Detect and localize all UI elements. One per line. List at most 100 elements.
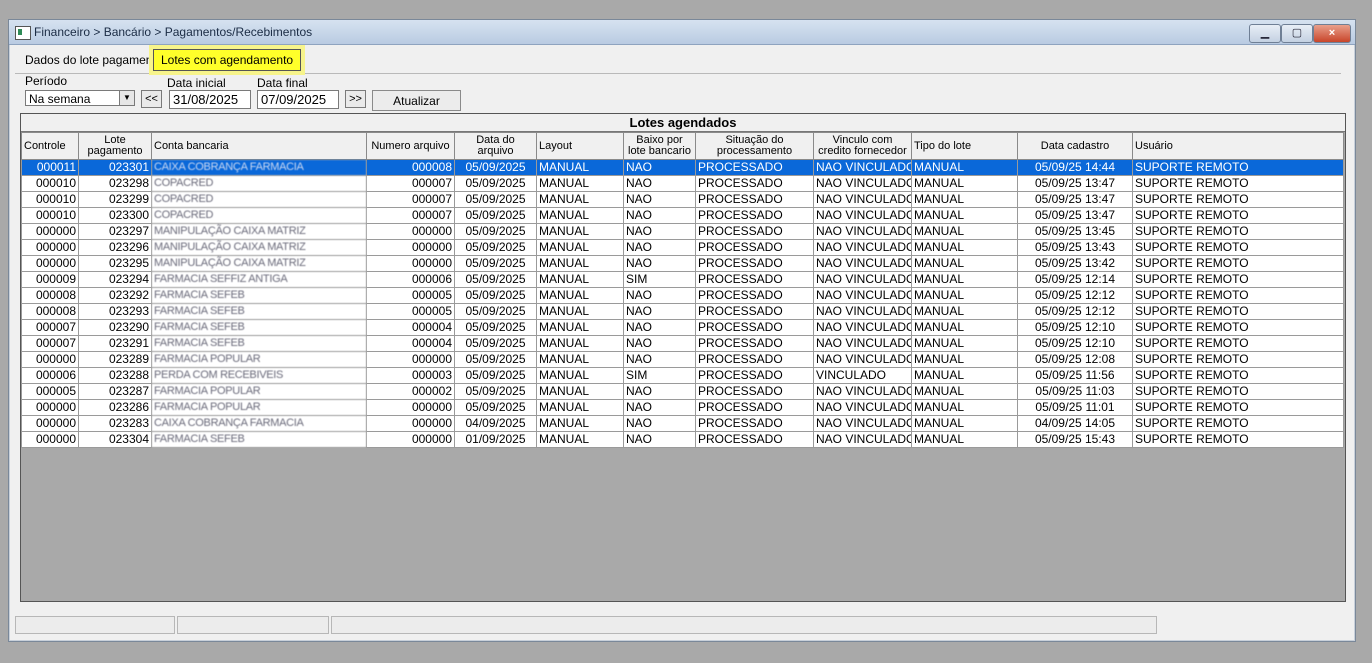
- table-cell[interactable]: SUPORTE REMOTO: [1132, 319, 1344, 336]
- table-cell[interactable]: 000005: [21, 383, 79, 400]
- table-cell[interactable]: MANUAL: [536, 175, 624, 192]
- table-cell[interactable]: PROCESSADO: [695, 319, 814, 336]
- table-cell[interactable]: 000000: [21, 223, 79, 240]
- table-cell[interactable]: NAO: [623, 319, 696, 336]
- minimize-button[interactable]: ▁: [1249, 24, 1281, 43]
- table-cell[interactable]: NAO: [623, 303, 696, 320]
- table-cell[interactable]: MANUAL: [911, 399, 1018, 416]
- close-button[interactable]: ×: [1313, 24, 1351, 43]
- table-cell[interactable]: MANUAL: [911, 271, 1018, 288]
- table-cell[interactable]: PROCESSADO: [695, 271, 814, 288]
- table-cell[interactable]: 000010: [21, 175, 79, 192]
- table-cell[interactable]: 023301: [78, 159, 152, 176]
- table-cell[interactable]: NAO VINCULADO: [813, 207, 912, 224]
- col-lote-pagamento[interactable]: Lote pagamento: [78, 132, 152, 160]
- next-period-button[interactable]: >>: [345, 90, 366, 108]
- table-cell[interactable]: NAO VINCULADO: [813, 383, 912, 400]
- table-cell[interactable]: MANUAL: [911, 191, 1018, 208]
- table-cell[interactable]: 000000: [21, 431, 79, 448]
- table-cell[interactable]: NAO: [623, 399, 696, 416]
- table-cell[interactable]: NAO VINCULADO: [813, 431, 912, 448]
- table-cell[interactable]: PROCESSADO: [695, 431, 814, 448]
- table-cell[interactable]: PROCESSADO: [695, 239, 814, 256]
- table-row[interactable]: 000011 023301 CAIXA COBRANÇA FARMACIA 00000…: [21, 159, 1344, 176]
- table-cell[interactable]: PROCESSADO: [695, 383, 814, 400]
- table-cell[interactable]: 05/09/2025: [454, 159, 537, 176]
- table-cell[interactable]: MANUAL: [536, 431, 624, 448]
- table-cell[interactable]: SUPORTE REMOTO: [1132, 287, 1344, 304]
- table-cell[interactable]: NAO VINCULADO: [813, 271, 912, 288]
- table-cell[interactable]: 05/09/25 12:10: [1017, 335, 1133, 352]
- table-cell[interactable]: 000004: [366, 319, 455, 336]
- table-cell[interactable]: SUPORTE REMOTO: [1132, 415, 1344, 432]
- table-cell[interactable]: VINCULADO: [813, 367, 912, 384]
- table-cell[interactable]: MANIPULAÇÃO CAIXA MATRIZ: [151, 223, 367, 240]
- table-cell[interactable]: NAO VINCULADO: [813, 319, 912, 336]
- table-cell[interactable]: NAO VINCULADO: [813, 335, 912, 352]
- table-cell[interactable]: MANUAL: [911, 415, 1018, 432]
- table-cell[interactable]: 000005: [366, 287, 455, 304]
- table-cell[interactable]: 05/09/25 11:01: [1017, 399, 1133, 416]
- table-row[interactable]: 000000 023286 FARMACIA POPULAR 000000 05/09/…: [21, 399, 1344, 416]
- table-row[interactable]: 000008 023293 FARMACIA SEFEB 000005 05/09/20…: [21, 303, 1344, 320]
- table-cell[interactable]: MANUAL: [911, 383, 1018, 400]
- table-cell[interactable]: COPACRED: [151, 191, 367, 208]
- table-cell[interactable]: 04/09/2025: [454, 415, 537, 432]
- table-cell[interactable]: 05/09/2025: [454, 319, 537, 336]
- table-row[interactable]: 000010 023299 COPACRED 000007 05/09/2025 MANU…: [21, 191, 1344, 208]
- table-cell[interactable]: SUPORTE REMOTO: [1132, 351, 1344, 368]
- table-cell[interactable]: 000007: [21, 319, 79, 336]
- table-cell[interactable]: MANUAL: [536, 191, 624, 208]
- table-cell[interactable]: SIM: [623, 271, 696, 288]
- table-row[interactable]: 000007 023290 FARMACIA SEFEB 000004 05/09/20…: [21, 319, 1344, 336]
- table-cell[interactable]: NAO VINCULADO: [813, 415, 912, 432]
- table-cell[interactable]: NAO: [623, 335, 696, 352]
- table-cell[interactable]: MANUAL: [536, 255, 624, 272]
- table-cell[interactable]: 023295: [78, 255, 152, 272]
- table-cell[interactable]: 000011: [21, 159, 79, 176]
- table-cell[interactable]: 05/09/2025: [454, 351, 537, 368]
- table-cell[interactable]: PROCESSADO: [695, 207, 814, 224]
- table-cell[interactable]: SUPORTE REMOTO: [1132, 399, 1344, 416]
- table-cell[interactable]: FARMACIA POPULAR: [151, 399, 367, 416]
- table-cell[interactable]: 000000: [21, 399, 79, 416]
- table-cell[interactable]: FARMACIA SEFEB: [151, 303, 367, 320]
- table-cell[interactable]: 05/09/25 13:47: [1017, 191, 1133, 208]
- table-cell[interactable]: NAO VINCULADO: [813, 175, 912, 192]
- table-cell[interactable]: MANUAL: [911, 255, 1018, 272]
- table-cell[interactable]: NAO VINCULADO: [813, 239, 912, 256]
- table-cell[interactable]: 000008: [21, 287, 79, 304]
- table-cell[interactable]: 05/09/25 12:12: [1017, 303, 1133, 320]
- table-cell[interactable]: 000010: [21, 207, 79, 224]
- table-cell[interactable]: 023290: [78, 319, 152, 336]
- table-cell[interactable]: 05/09/2025: [454, 383, 537, 400]
- table-row[interactable]: 000010 023300 COPACRED 000007 05/09/2025 MANU…: [21, 207, 1344, 224]
- table-cell[interactable]: MANUAL: [911, 303, 1018, 320]
- table-cell[interactable]: NAO VINCULADO: [813, 287, 912, 304]
- table-cell[interactable]: NAO: [623, 191, 696, 208]
- table-cell[interactable]: SUPORTE REMOTO: [1132, 303, 1344, 320]
- table-cell[interactable]: MANUAL: [911, 351, 1018, 368]
- table-cell[interactable]: PROCESSADO: [695, 191, 814, 208]
- table-cell[interactable]: 000007: [366, 207, 455, 224]
- data-inicial-input[interactable]: 31/08/2025: [169, 90, 251, 109]
- table-cell[interactable]: 000009: [21, 271, 79, 288]
- table-cell[interactable]: SUPORTE REMOTO: [1132, 383, 1344, 400]
- table-cell[interactable]: SUPORTE REMOTO: [1132, 191, 1344, 208]
- table-cell[interactable]: FARMACIA POPULAR: [151, 351, 367, 368]
- tab-lotes-agendamento[interactable]: Lotes com agendamento: [153, 49, 302, 71]
- table-cell[interactable]: MANUAL: [536, 223, 624, 240]
- table-row[interactable]: 000000 023295 MANIPULAÇÃO CAIXA MATRIZ 0000…: [21, 255, 1344, 272]
- table-cell[interactable]: 05/09/2025: [454, 255, 537, 272]
- table-cell[interactable]: 000000: [366, 351, 455, 368]
- table-row[interactable]: 000000 023304 FARMACIA SEFEB 000000 01/09/20…: [21, 431, 1344, 448]
- table-cell[interactable]: 05/09/25 12:10: [1017, 319, 1133, 336]
- table-cell[interactable]: 05/09/25 13:42: [1017, 255, 1133, 272]
- table-cell[interactable]: SUPORTE REMOTO: [1132, 159, 1344, 176]
- col-data-arquivo[interactable]: Data do arquivo: [454, 132, 537, 160]
- table-cell[interactable]: MANUAL: [536, 271, 624, 288]
- table-cell[interactable]: MANUAL: [911, 223, 1018, 240]
- table-cell[interactable]: 023296: [78, 239, 152, 256]
- table-cell[interactable]: PROCESSADO: [695, 367, 814, 384]
- table-cell[interactable]: 023291: [78, 335, 152, 352]
